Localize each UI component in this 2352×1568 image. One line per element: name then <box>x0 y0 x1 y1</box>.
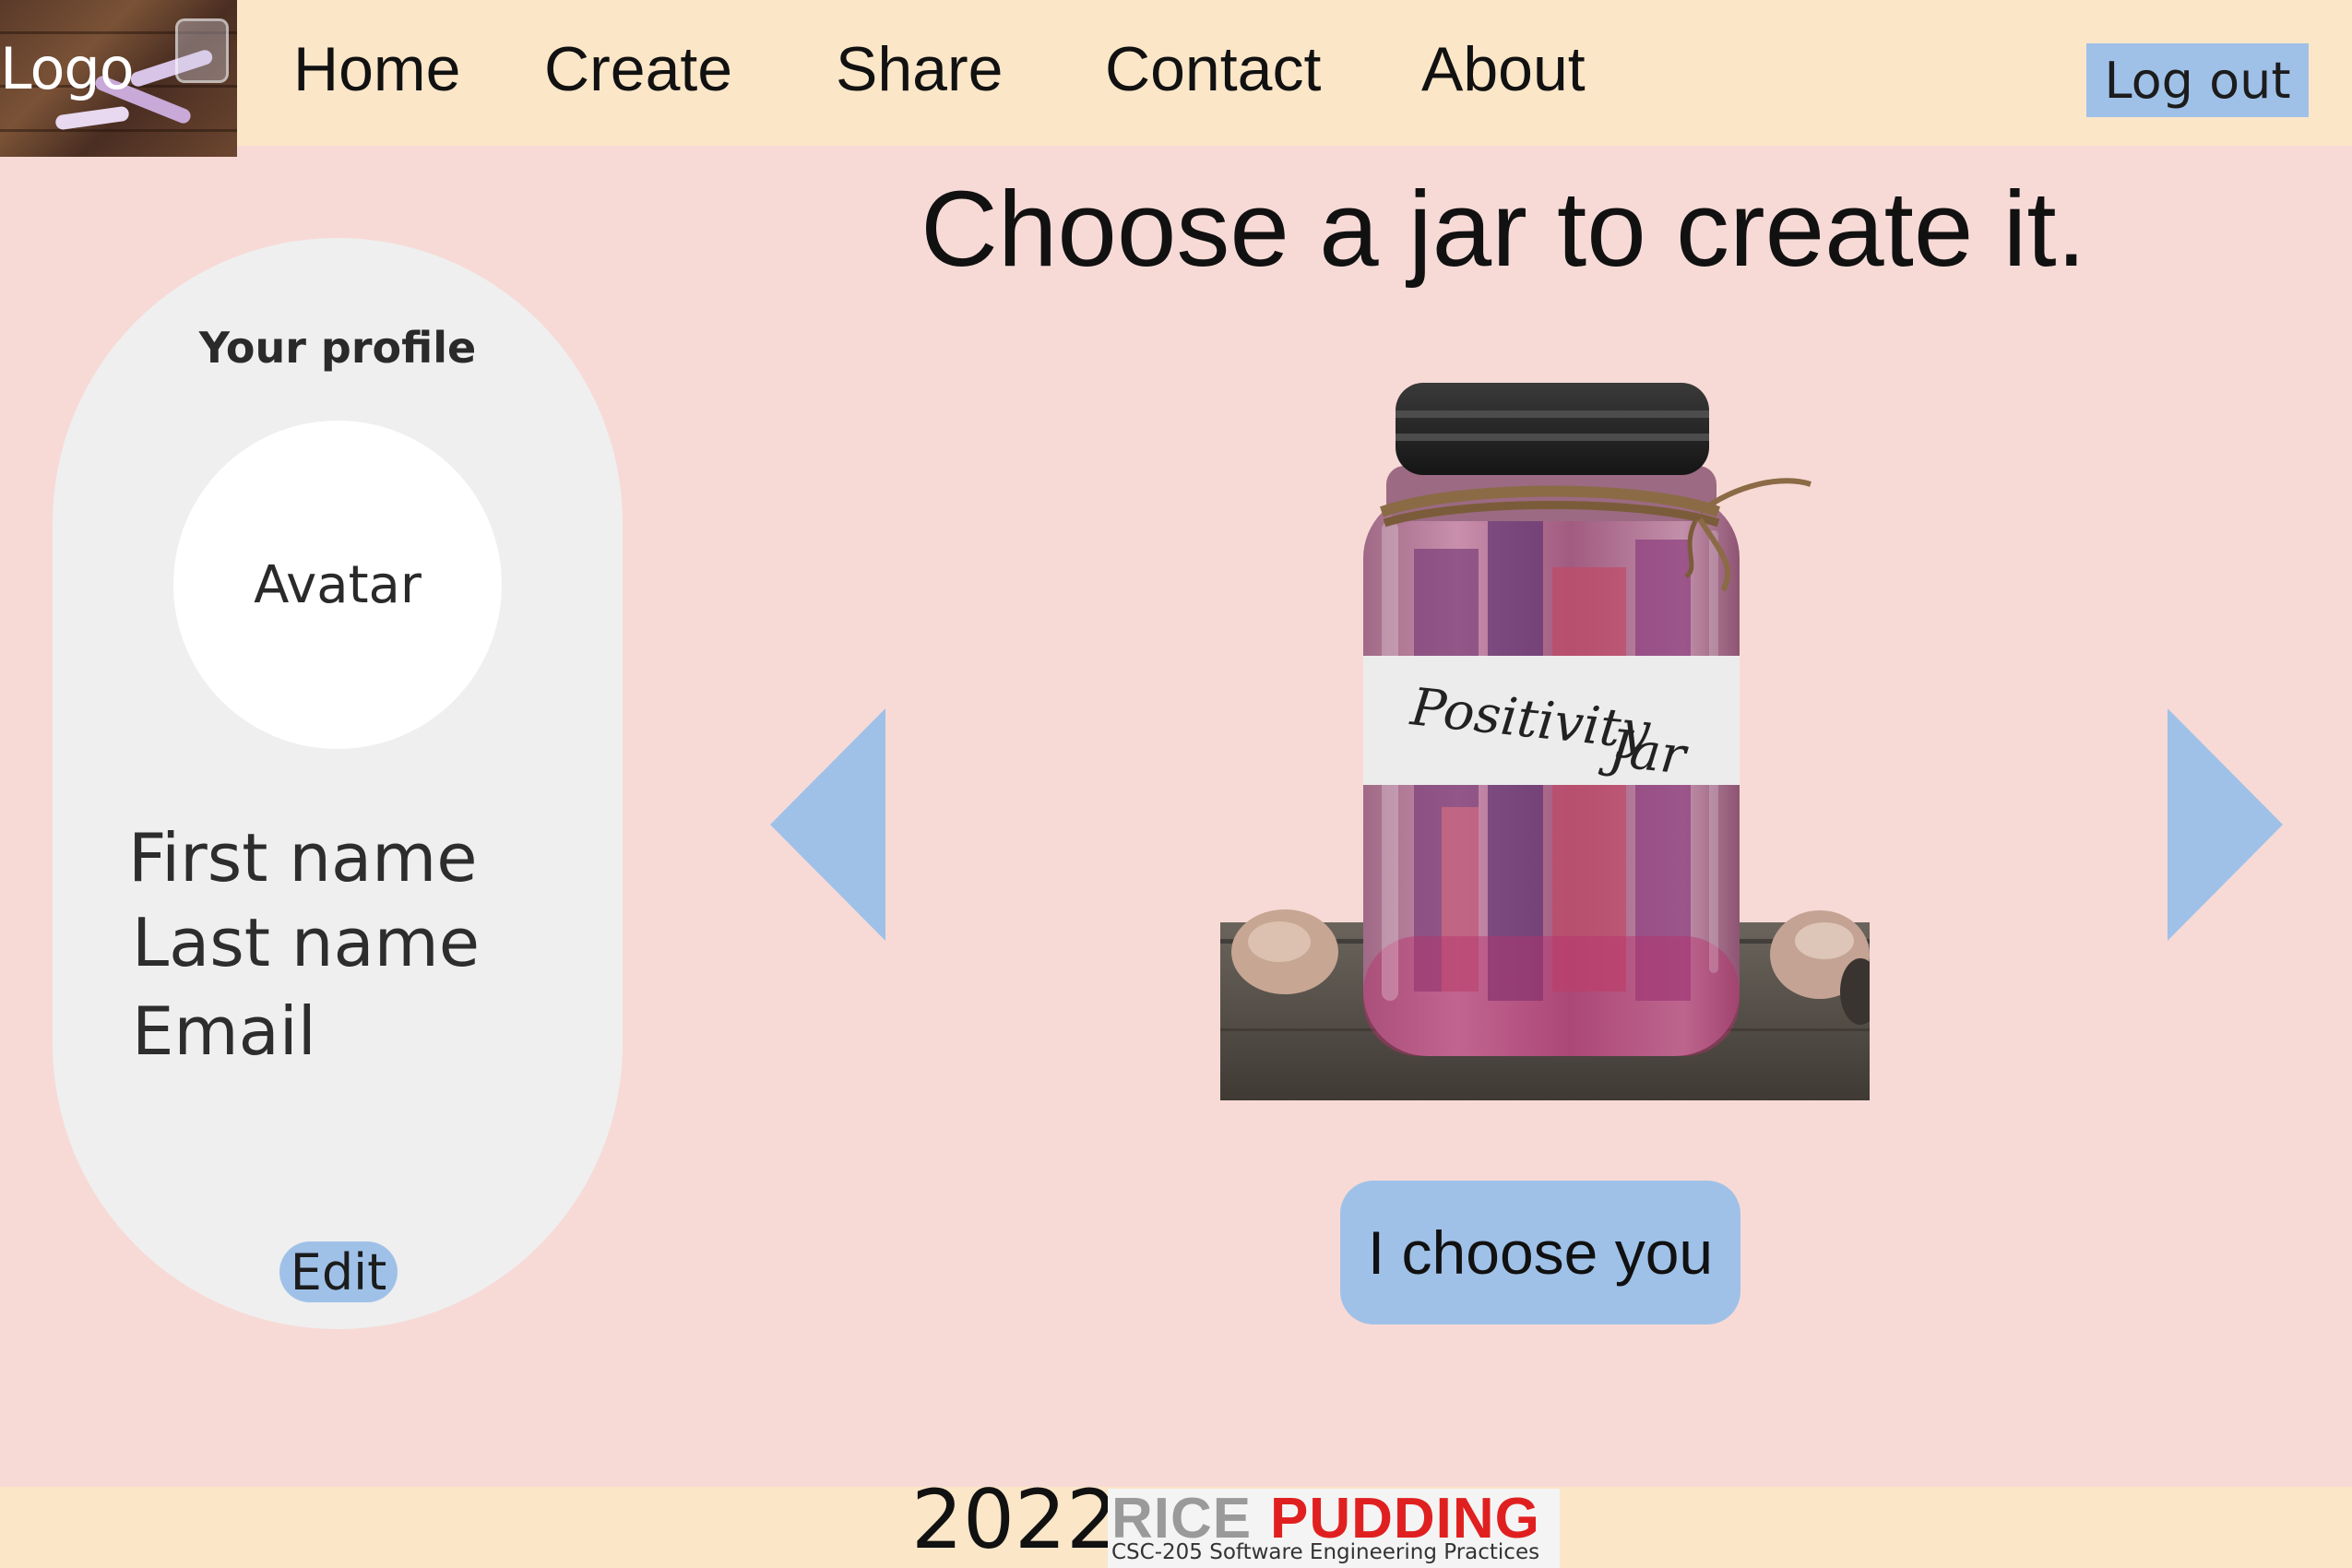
nav-contact[interactable]: Contact <box>1105 0 1321 138</box>
first-name-field: First name <box>128 819 478 897</box>
brand-subtitle: CSC-205 Software Engineering Practices <box>1111 1540 1540 1564</box>
edit-profile-button[interactable]: Edit <box>279 1241 398 1302</box>
brand-logo: RICE PUDDING CSC-205 Software Engineerin… <box>1108 1489 1560 1568</box>
triangle-left-icon[interactable] <box>770 708 890 941</box>
avatar-label: Avatar <box>254 554 422 615</box>
chalk-stick <box>54 105 130 131</box>
logo-wood-grain <box>0 129 237 132</box>
profile-heading: Your profile <box>198 323 477 373</box>
nav-create[interactable]: Create <box>544 0 732 138</box>
nav-about[interactable]: About <box>1421 0 1586 138</box>
top-nav-bar: Logo Home Create Share Contact About Log… <box>0 0 2352 157</box>
email-field: Email <box>132 992 316 1070</box>
nav-share[interactable]: Share <box>836 0 1003 138</box>
jar-label-line2: Jar <box>1598 718 1692 787</box>
logout-button[interactable]: Log out <box>2086 43 2309 117</box>
glass-jar-shape <box>175 18 229 83</box>
last-name-field: Last name <box>132 904 481 981</box>
nav-home[interactable]: Home <box>293 0 460 138</box>
footer-year: 2022 <box>911 1472 1118 1567</box>
logo-label: Logo <box>0 35 135 102</box>
page-title: Choose a jar to create it. <box>921 169 2086 289</box>
logo-image[interactable]: Logo <box>0 0 237 157</box>
profile-card: Your profile Avatar First name Last name… <box>53 238 623 1329</box>
triangle-right-icon[interactable] <box>2163 708 2283 941</box>
jar-image[interactable]: Positivity Jar <box>1220 383 1881 1100</box>
page: Logo Home Create Share Contact About Log… <box>0 0 2352 1568</box>
avatar[interactable]: Avatar <box>173 421 502 749</box>
choose-jar-button[interactable]: I choose you <box>1340 1181 1740 1324</box>
